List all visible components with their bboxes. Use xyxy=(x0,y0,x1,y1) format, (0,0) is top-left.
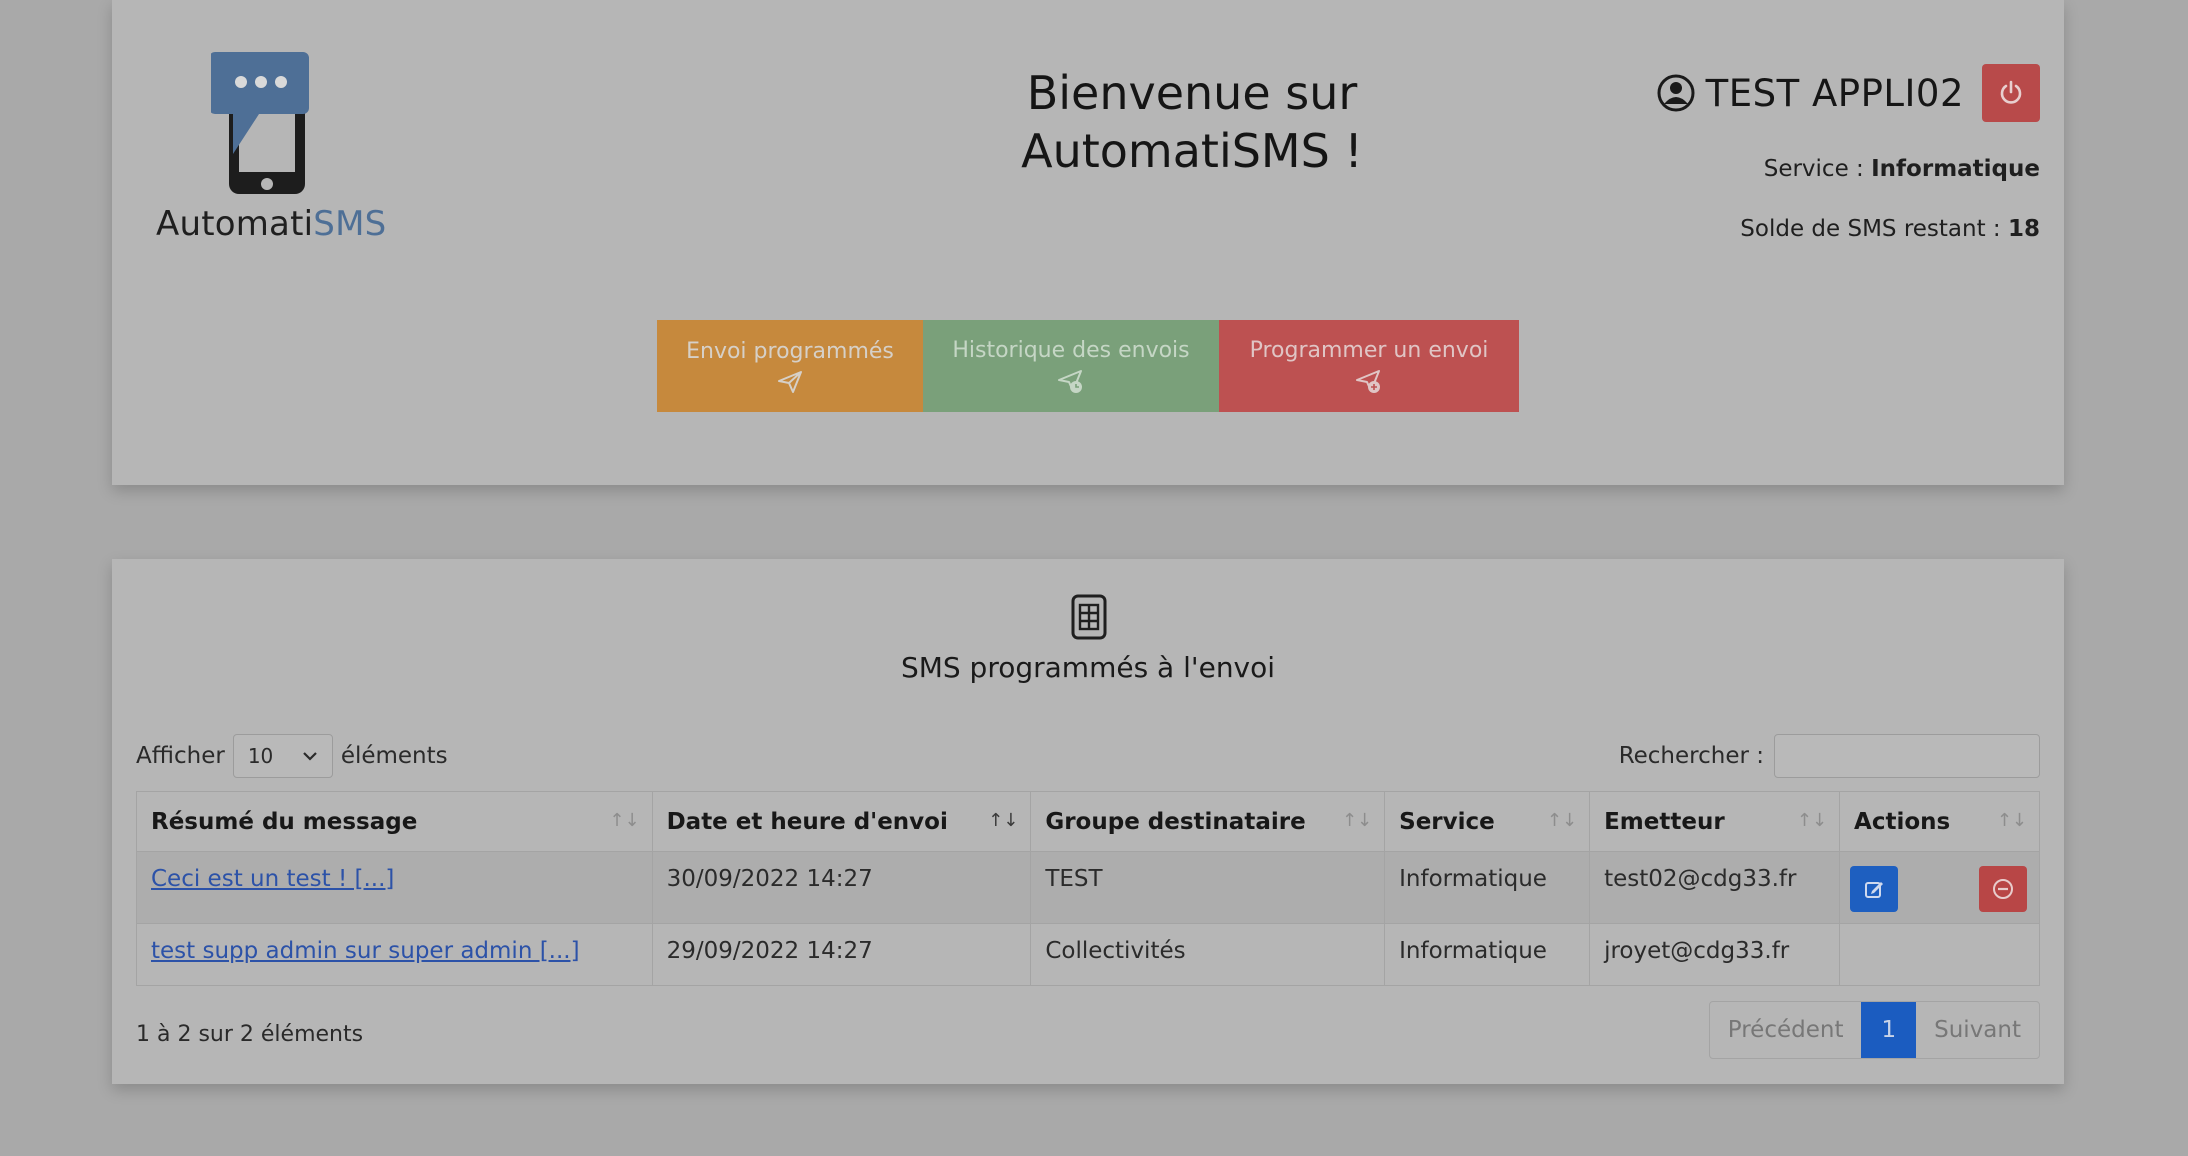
logo-text: AutomatiSMS xyxy=(156,204,387,244)
table-row: Ceci est un test ! [...] 30/09/2022 14:2… xyxy=(136,851,2040,924)
chevron-down-icon xyxy=(303,752,317,761)
paper-plane-icon xyxy=(778,370,802,393)
scheduled-sends-button[interactable]: Envoi programmés xyxy=(657,320,923,412)
scheduled-sms-card: SMS programmés à l'envoi Afficher 10 élé… xyxy=(112,559,2064,1084)
welcome-heading: Bienvenue sur AutomatiSMS ! xyxy=(812,64,1572,180)
next-page-button[interactable]: Suivant xyxy=(1916,1002,2039,1058)
column-header-actions[interactable]: Actions ↑↓ xyxy=(1839,791,2040,852)
service-cell: Informatique xyxy=(1384,851,1591,924)
scheduled-sms-table: Résumé du message ↑↓ Date et heure d'envo… xyxy=(136,791,2040,986)
search-label: Rechercher : xyxy=(1618,743,1764,769)
minus-circle-icon xyxy=(1993,879,2013,899)
search-input[interactable] xyxy=(1774,734,2040,778)
nav-label: Historique des envois xyxy=(952,337,1190,363)
edit-icon xyxy=(1865,882,1884,898)
sms-balance-value: 18 xyxy=(2007,216,2040,242)
send-history-button[interactable]: Historique des envois xyxy=(923,320,1219,412)
column-header-group[interactable]: Groupe destinataire ↑↓ xyxy=(1030,791,1386,852)
sender-cell: jroyet@cdg33.fr xyxy=(1589,923,1841,986)
sort-icon: ↑↓ xyxy=(1996,810,2027,831)
date-cell: 29/09/2022 14:27 xyxy=(651,923,1032,986)
welcome-line-2: AutomatiSMS ! xyxy=(1021,124,1363,178)
actions-cell xyxy=(1839,923,2040,986)
app-logo[interactable]: AutomatiSMS xyxy=(156,46,387,244)
edit-button[interactable] xyxy=(1850,866,1899,912)
actions-cell xyxy=(1839,851,2040,924)
message-cell: Ceci est un test ! [...] xyxy=(136,851,653,924)
column-header-sender[interactable]: Emetteur ↑↓ xyxy=(1589,791,1841,852)
message-link[interactable]: test supp admin sur super admin [...] xyxy=(151,938,580,964)
sort-icon: ↑↓ xyxy=(1796,810,1828,831)
delete-button[interactable] xyxy=(1979,866,2027,912)
length-prefix: Afficher xyxy=(136,743,225,769)
sort-desc-icon: ↑↓ xyxy=(988,810,1019,831)
phone-chat-logo-icon xyxy=(211,52,309,194)
group-cell: TEST xyxy=(1030,851,1386,924)
sort-icon: ↑↓ xyxy=(1546,810,1578,831)
service-cell: Informatique xyxy=(1384,923,1591,986)
spreadsheet-icon xyxy=(1071,594,1107,640)
page-length-select[interactable]: 10 xyxy=(232,734,333,778)
logout-button[interactable] xyxy=(1982,64,2040,122)
paper-plane-plus-icon xyxy=(1356,369,1380,393)
search-control: Rechercher : xyxy=(1619,734,2040,778)
user-circle-icon xyxy=(1657,74,1695,112)
group-cell: Collectivités xyxy=(1030,923,1386,986)
sms-balance-label: Solde de SMS restant : xyxy=(1740,216,2001,242)
schedule-send-button[interactable]: Programmer un envoi xyxy=(1219,320,1519,412)
page-length-control: Afficher 10 éléments xyxy=(136,734,448,778)
nav-label: Envoi programmés xyxy=(686,338,894,364)
sender-cell: test02@cdg33.fr xyxy=(1589,851,1841,924)
column-header-message[interactable]: Résumé du message ↑↓ xyxy=(136,791,653,852)
message-link[interactable]: Ceci est un test ! [...] xyxy=(151,866,394,892)
table-row: test supp admin sur super admin [...] 29… xyxy=(136,923,2040,986)
nav-label: Programmer un envoi xyxy=(1249,337,1489,363)
section-title: SMS programmés à l'envoi xyxy=(900,651,1276,684)
service-info: Service : Informatique xyxy=(1764,156,2040,182)
welcome-line-1: Bienvenue sur xyxy=(1026,66,1358,120)
pagination: Précédent 1 Suivant xyxy=(1708,1001,2040,1059)
user-box: TEST APPLI02 xyxy=(1656,64,2040,122)
service-label: Service : xyxy=(1763,156,1864,182)
column-header-service[interactable]: Service ↑↓ xyxy=(1384,791,1591,852)
paper-plane-clock-icon xyxy=(1058,369,1082,393)
sort-icon: ↑↓ xyxy=(609,810,640,831)
length-suffix: éléments xyxy=(340,743,448,769)
page-1-button[interactable]: 1 xyxy=(1861,1002,1917,1058)
service-value: Informatique xyxy=(1871,156,2040,182)
table-info: 1 à 2 sur 2 éléments xyxy=(136,1022,364,1047)
column-header-date[interactable]: Date et heure d'envoi ↑↓ xyxy=(651,791,1032,852)
header-card: AutomatiSMS Bienvenue sur AutomatiSMS ! … xyxy=(112,0,2064,485)
message-cell: test supp admin sur super admin [...] xyxy=(136,923,653,986)
power-icon xyxy=(2000,80,2022,104)
main-nav: Envoi programmés Historique des envois P… xyxy=(657,320,1519,412)
sort-icon: ↑↓ xyxy=(1341,810,1373,831)
user-name: TEST APPLI02 xyxy=(1705,71,1964,115)
sms-balance-info: Solde de SMS restant : 18 xyxy=(1740,216,2040,242)
previous-page-button[interactable]: Précédent xyxy=(1710,1002,1862,1058)
page-length-value: 10 xyxy=(247,744,274,768)
date-cell: 30/09/2022 14:27 xyxy=(651,851,1032,924)
